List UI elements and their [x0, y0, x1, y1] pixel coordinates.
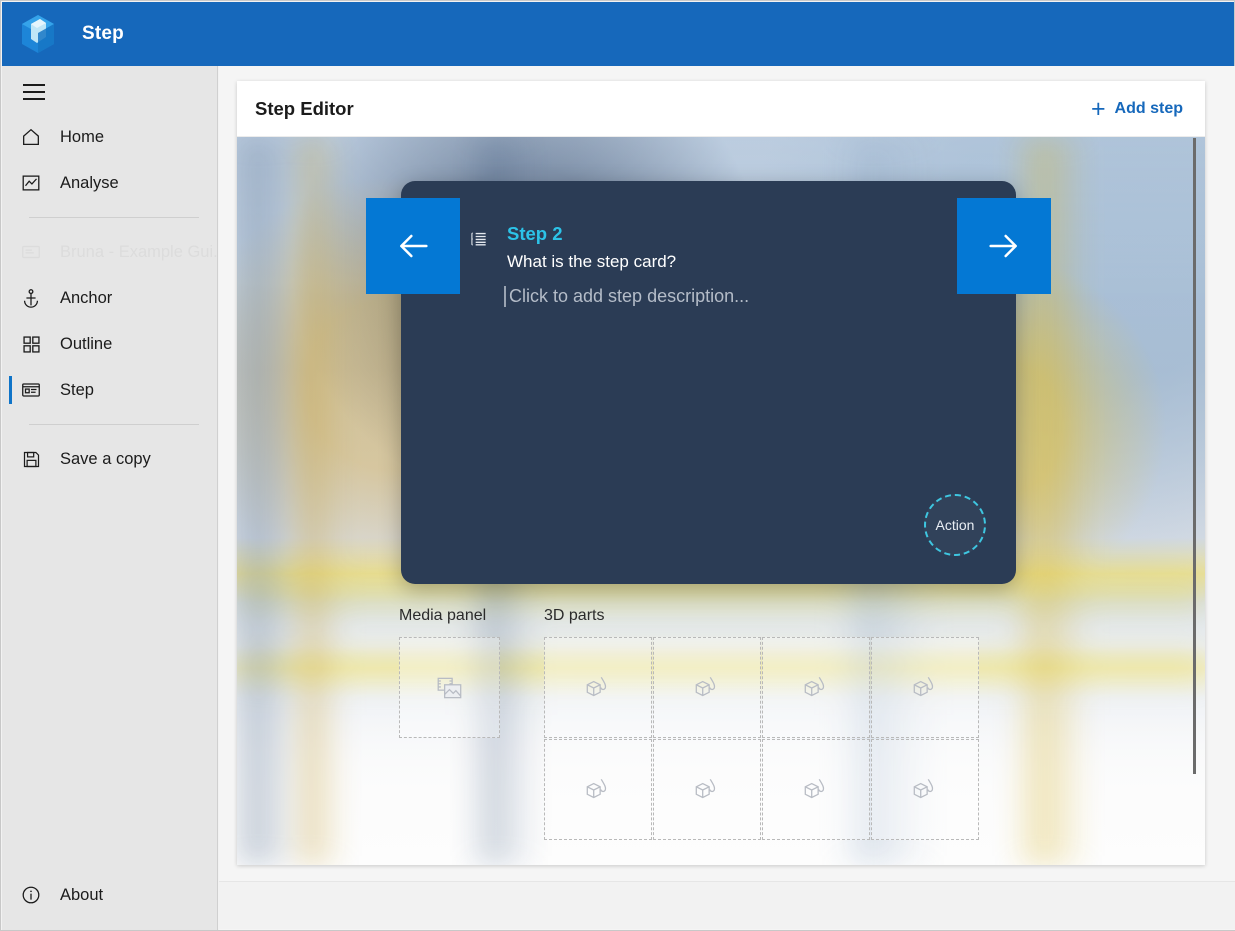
step-preview-scene: Step 2 What is the step card? Click to a… [237, 137, 1205, 865]
sidebar-item-label: Anchor [60, 289, 112, 308]
sidebar-item-label: Step [60, 381, 94, 400]
previous-step-button[interactable] [366, 198, 460, 294]
page-title: Step Editor [255, 98, 354, 120]
steps-list-icon [469, 229, 489, 249]
part-slot[interactable] [544, 739, 652, 840]
step-card: Step 2 What is the step card? Click to a… [401, 181, 1016, 584]
sidebar-item-label: Analyse [60, 174, 119, 193]
sidebar-item-anchor[interactable]: Anchor [2, 275, 217, 321]
sidebar-item-label: Save a copy [60, 450, 151, 469]
sidebar-item-home[interactable]: Home [2, 114, 217, 160]
3d-part-icon [801, 673, 831, 703]
plus-icon: + [1091, 100, 1106, 118]
home-icon [18, 124, 44, 150]
guides-hexagon-logo [16, 12, 60, 56]
sidebar-bottom: About [2, 872, 217, 918]
sidebar-item-analyse[interactable]: Analyse [2, 160, 217, 206]
info-circle-icon [18, 882, 44, 908]
hamburger-menu-icon[interactable] [10, 70, 58, 114]
action-button[interactable]: Action [924, 494, 986, 556]
sidebar-divider-2 [29, 424, 199, 425]
step-number: Step 2 [507, 223, 676, 245]
3d-part-icon [692, 775, 722, 805]
title-bar: Step [2, 2, 1234, 66]
sidebar-item-about[interactable]: About [2, 872, 217, 918]
part-slot[interactable] [762, 739, 870, 840]
add-step-label: Add step [1115, 100, 1183, 118]
outline-grid-icon [18, 331, 44, 357]
action-label: Action [936, 517, 975, 533]
part-slot[interactable] [653, 739, 761, 840]
footer-strip [219, 881, 1235, 929]
3d-part-icon [692, 673, 722, 703]
3d-part-icon [910, 673, 940, 703]
add-step-button[interactable]: + Add step [1083, 94, 1191, 124]
part-slot[interactable] [762, 637, 870, 738]
asset-panels: Media panel 3D parts [399, 607, 979, 840]
sidebar-item-label: Bruna - Example Gui... [60, 243, 227, 262]
guide-document-icon [18, 239, 44, 265]
media-panel-label: Media panel [399, 607, 500, 625]
arrow-right-icon [984, 226, 1024, 266]
scrollbar-thumb[interactable] [1193, 138, 1196, 774]
media-slot[interactable] [399, 637, 500, 738]
part-slot[interactable] [544, 637, 652, 738]
sidebar: Home Analyse Bruna - Example Gui... [2, 66, 218, 930]
vertical-scrollbar[interactable] [1189, 138, 1201, 809]
sidebar-divider-1 [29, 217, 199, 218]
arrow-left-icon [393, 226, 433, 266]
app-window: Step Home Analyse [0, 0, 1235, 931]
parts-grid [544, 637, 979, 840]
3d-part-icon [583, 775, 613, 805]
anchor-icon [18, 285, 44, 311]
part-slot[interactable] [871, 637, 979, 738]
sidebar-item-step[interactable]: Step [2, 367, 217, 413]
3d-part-icon [910, 775, 940, 805]
save-floppy-icon [18, 446, 44, 472]
sidebar-item-label: About [60, 886, 103, 905]
analyse-chart-icon [18, 170, 44, 196]
step-card-heading: Step 2 What is the step card? [469, 223, 676, 274]
sidebar-item-guide: Bruna - Example Gui... [2, 229, 217, 275]
step-description-input[interactable]: Click to add step description... [504, 286, 749, 307]
parts-panel-label: 3D parts [544, 607, 979, 625]
app-title: Step [82, 23, 124, 45]
step-editor-card: Step Editor + Add step [237, 81, 1205, 865]
next-step-button[interactable] [957, 198, 1051, 294]
step-title: What is the step card? [507, 250, 676, 274]
parts-panel: 3D parts [544, 607, 979, 840]
sidebar-item-label: Home [60, 128, 104, 147]
part-slot[interactable] [871, 739, 979, 840]
media-image-icon [435, 673, 465, 703]
step-editor-header: Step Editor + Add step [237, 81, 1205, 137]
3d-part-icon [583, 673, 613, 703]
step-card-icon [18, 377, 44, 403]
sidebar-item-save-a-copy[interactable]: Save a copy [2, 436, 217, 482]
3d-part-icon [801, 775, 831, 805]
part-slot[interactable] [653, 637, 761, 738]
sidebar-item-label: Outline [60, 335, 112, 354]
media-panel: Media panel [399, 607, 500, 840]
main-content: Step Editor + Add step [219, 66, 1235, 930]
sidebar-item-outline[interactable]: Outline [2, 321, 217, 367]
